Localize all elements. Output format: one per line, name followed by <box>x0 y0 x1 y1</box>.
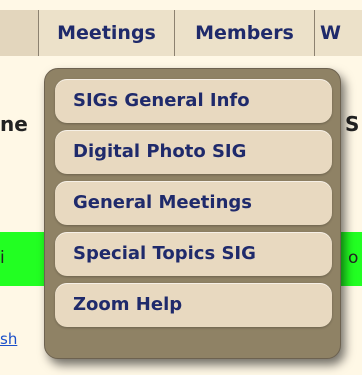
menu-item-general-meetings[interactable]: General Meetings <box>55 181 332 225</box>
nav-tab-meetings[interactable]: Meetings <box>38 10 174 56</box>
meetings-dropdown-menu: SIGs General Info Digital Photo SIG Gene… <box>44 68 341 359</box>
page-heading-fragment-right: S <box>345 112 360 136</box>
menu-item-sigs-general-info[interactable]: SIGs General Info <box>55 79 332 123</box>
highlight-text-fragment-right: o <box>348 248 359 268</box>
page-heading-fragment-left: ne <box>0 112 28 136</box>
nav-tab-next[interactable]: W <box>314 10 362 56</box>
nav-tab-previous[interactable] <box>0 10 38 56</box>
nav-tab-members[interactable]: Members <box>174 10 314 56</box>
page-link-fragment[interactable]: sh <box>0 330 17 348</box>
menu-item-zoom-help[interactable]: Zoom Help <box>55 283 332 327</box>
menu-item-digital-photo-sig[interactable]: Digital Photo SIG <box>55 130 332 174</box>
menu-item-special-topics-sig[interactable]: Special Topics SIG <box>55 232 332 276</box>
highlight-text-fragment-left: i <box>0 248 5 268</box>
